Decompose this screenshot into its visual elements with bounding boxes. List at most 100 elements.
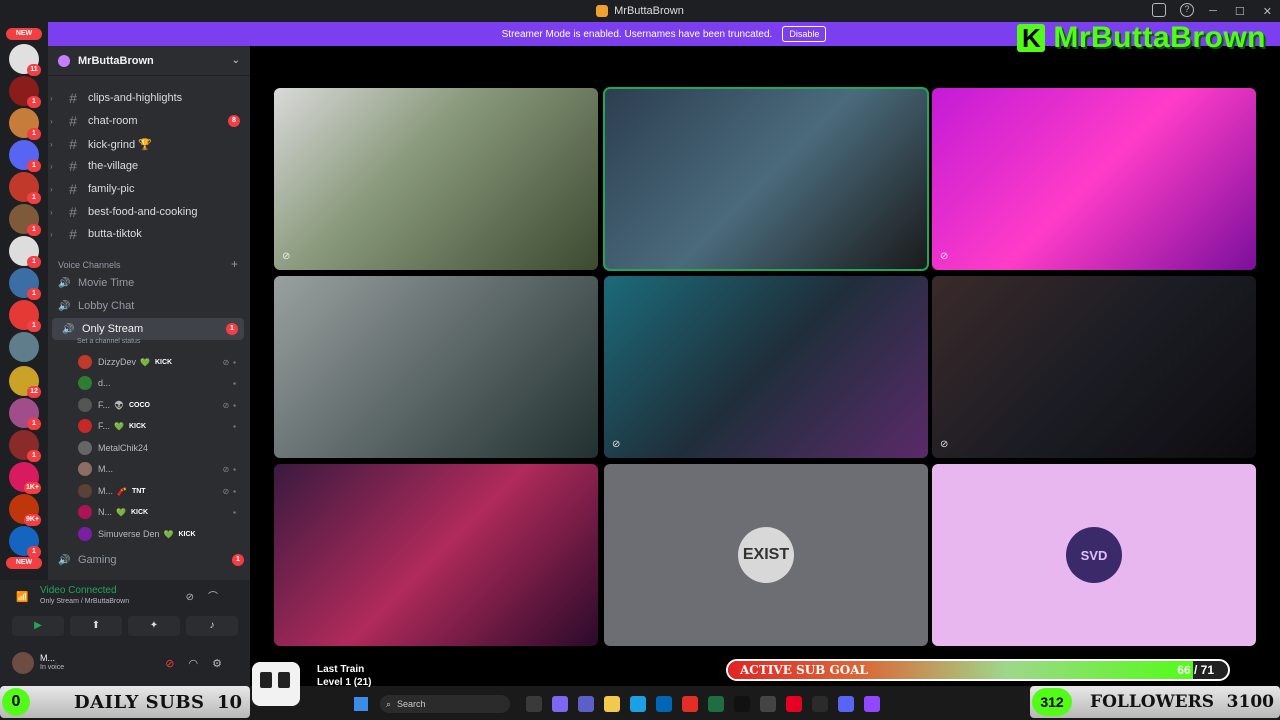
discord-server-icon[interactable]: 1 xyxy=(9,140,41,172)
excel-icon[interactable] xyxy=(708,696,724,712)
maximize-icon[interactable]: ☐ xyxy=(1235,5,1245,18)
voice-user[interactable]: DizzyDev 💚 KICK ⊘▪ xyxy=(78,352,244,372)
voice-user[interactable]: d... ▪ xyxy=(78,373,244,393)
text-channel[interactable]: › # clips-and-highlights xyxy=(48,87,250,109)
camera-button[interactable]: ▶ xyxy=(12,616,64,636)
store-icon[interactable] xyxy=(656,696,672,712)
gear-icon[interactable]: ⚙ xyxy=(212,658,236,670)
server-icon[interactable]: 1 xyxy=(9,236,41,268)
avatar xyxy=(78,505,92,519)
video-tile[interactable]: SVD xyxy=(932,464,1256,646)
camera-icon: ▪ xyxy=(233,378,240,388)
server-icon[interactable]: 12 xyxy=(9,366,41,398)
video-tile[interactable] xyxy=(603,87,929,271)
server-icon[interactable]: 1 xyxy=(9,108,41,140)
soundboard-button[interactable]: ♪ xyxy=(186,616,238,636)
youtube-icon[interactable] xyxy=(682,696,698,712)
voice-user[interactable]: Simuverse Den 💚 KICK xyxy=(78,524,244,544)
windows-start-icon[interactable] xyxy=(354,697,368,711)
app-icon xyxy=(596,5,609,17)
inbox-icon[interactable] xyxy=(1152,3,1166,17)
video-tile[interactable]: EXIST xyxy=(604,464,928,646)
noise-disconnect-icons[interactable]: ⊘⌒ xyxy=(186,588,232,603)
server-icon[interactable]: 1 xyxy=(9,204,41,236)
video-tile[interactable]: ⊘ xyxy=(932,276,1256,458)
server-icon[interactable]: 11 xyxy=(9,44,41,76)
window-title: MrButtaBrown xyxy=(614,5,684,17)
voice-user[interactable]: F... 💚 KICK ▪ xyxy=(78,416,244,436)
user-controls[interactable]: ⊘◠⚙ xyxy=(165,657,236,670)
server-icon[interactable]: 9K+ xyxy=(9,494,41,526)
voice-channel[interactable]: 🔊 Lobby Chat xyxy=(48,295,250,317)
voice-user[interactable]: M... ⊘▪ xyxy=(78,459,244,479)
server-icon[interactable]: 1 xyxy=(9,172,41,204)
discord-icon[interactable] xyxy=(838,696,854,712)
signal-icon[interactable]: 📶 xyxy=(16,592,28,603)
text-channel[interactable]: › # the-village xyxy=(48,155,250,177)
task-view-icon[interactable] xyxy=(526,696,542,712)
activity-button[interactable]: ✦ xyxy=(128,616,180,636)
mic-off-icon: ⊘ xyxy=(612,439,621,450)
text-channel[interactable]: › # chat-room 8 xyxy=(48,110,250,132)
video-tile[interactable] xyxy=(274,464,598,646)
sub-goal-count: 66 / 71 xyxy=(1177,663,1214,677)
voice-user[interactable]: M... 🧨 TNT ⊘▪ xyxy=(78,481,244,501)
voice-user[interactable]: MetalChik24 xyxy=(78,438,244,458)
discord-stream-screen: MrButtaBrown ? ─ ☐ ✕ Streamer Mode is en… xyxy=(0,0,1280,720)
server-icon[interactable]: 1 xyxy=(9,430,41,462)
voice-status-title: Video Connected xyxy=(40,585,117,596)
voice-channel-active[interactable]: 🔊 Only Stream 1 xyxy=(52,318,244,340)
server-icon xyxy=(58,54,70,67)
video-tile[interactable]: ⊘ xyxy=(274,88,598,270)
server-icon[interactable] xyxy=(9,332,39,362)
server-header[interactable]: MrButtaBrown ⌄ xyxy=(48,46,250,76)
disable-streamer-mode-button[interactable]: Disable xyxy=(782,26,827,42)
voice-user[interactable]: N... 💚 KICK ▪ xyxy=(78,502,244,522)
text-channel[interactable]: › # butta-tiktok xyxy=(48,223,250,245)
server-icon[interactable]: 1 xyxy=(9,76,41,108)
channel-status[interactable]: Set a channel status xyxy=(77,338,140,345)
tiktok-icon[interactable] xyxy=(734,696,750,712)
close-icon[interactable]: ✕ xyxy=(1263,5,1272,18)
headphones-icon[interactable]: ◠ xyxy=(189,658,213,670)
chevron-right-icon: › xyxy=(50,184,53,194)
voice-channel[interactable]: 🔊 Movie Time xyxy=(48,272,250,294)
server-rail: NEW 11 1 1 1 1 1 1 1 1 12 1 1 1K+ 9K+ 1 … xyxy=(0,22,48,642)
hash-icon: # xyxy=(69,226,77,242)
server-icon[interactable]: 1 xyxy=(9,526,41,558)
copilot-icon[interactable] xyxy=(552,696,568,712)
minimize-icon[interactable]: ─ xyxy=(1209,5,1217,17)
taskbar-search[interactable]: ⌕ Search xyxy=(380,695,510,713)
user-avatar: SVD xyxy=(1066,527,1122,583)
avatar xyxy=(78,376,92,390)
server-icon[interactable]: 1 xyxy=(9,268,41,300)
voice-status-channel[interactable]: Only Stream / MrButtaBrown xyxy=(40,598,129,605)
chevron-down-icon[interactable]: ⌄ xyxy=(232,55,240,66)
server-icon[interactable]: 1 xyxy=(9,398,41,430)
obs-icon[interactable] xyxy=(760,696,776,712)
teams-icon[interactable] xyxy=(578,696,594,712)
server-icon[interactable]: 1K+ xyxy=(9,462,41,494)
video-tile[interactable]: ⊘ xyxy=(932,88,1256,270)
app-icon[interactable] xyxy=(812,696,828,712)
text-channel[interactable]: › # best-food-and-cooking xyxy=(48,201,250,223)
video-tile[interactable] xyxy=(274,276,598,458)
text-channel[interactable]: › # kick-grind 🏆 xyxy=(48,133,250,155)
server-icon[interactable]: 1 xyxy=(9,300,41,332)
text-channel[interactable]: › # family-pic xyxy=(48,178,250,200)
file-explorer-icon[interactable] xyxy=(604,696,620,712)
edge-icon[interactable] xyxy=(630,696,646,712)
avatar[interactable] xyxy=(12,652,34,674)
voice-user[interactable]: F... 👽 COCO ⊘▪ xyxy=(78,395,244,415)
mic-muted-icon[interactable]: ⊘ xyxy=(165,658,188,670)
voice-channel[interactable]: 🔊 Gaming 1 xyxy=(48,549,250,571)
add-channel-icon[interactable]: + xyxy=(231,257,238,271)
screenshare-button[interactable]: ⬆ xyxy=(70,616,122,636)
app-icon[interactable] xyxy=(786,696,802,712)
followers-goal: 3100 xyxy=(1226,692,1274,712)
video-tile[interactable]: ⊘ xyxy=(604,276,928,458)
app-icon[interactable] xyxy=(864,696,880,712)
sub-goal-bar: ACTIVE SUB GOAL 66 / 71 xyxy=(726,659,1230,681)
voice-category-label[interactable]: Voice Channels xyxy=(58,260,121,270)
help-icon[interactable]: ? xyxy=(1180,3,1194,17)
